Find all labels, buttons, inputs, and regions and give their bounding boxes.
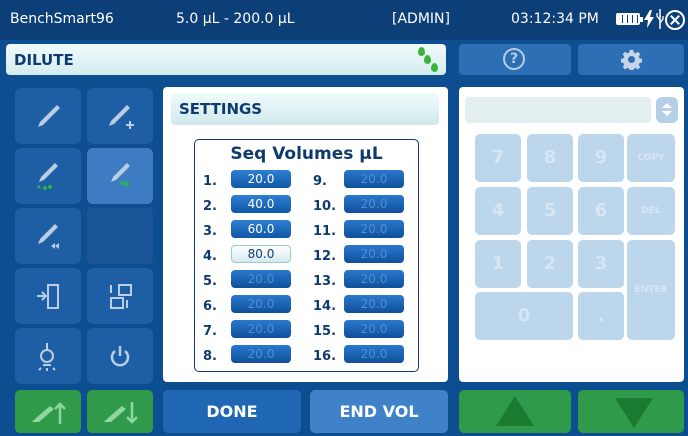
seq-volume-13[interactable]: 20.0 — [344, 270, 404, 288]
arrow-up-button[interactable] — [459, 390, 571, 433]
light-bulb-icon — [38, 343, 56, 371]
seq-volume-8[interactable]: 20.0 — [231, 345, 291, 363]
seq-num-15: 15. — [313, 324, 337, 339]
keypad-entry-field[interactable] — [465, 97, 651, 123]
dilute-tool-button[interactable] — [87, 148, 153, 204]
light-tool-button[interactable] — [15, 328, 81, 384]
settings-panel: SETTINGS Seq Volumes µL 1. 20.0 2. 40.0 … — [163, 87, 448, 382]
power-icon — [110, 346, 130, 367]
seq-num-1: 1. — [203, 174, 217, 189]
close-icon[interactable] — [665, 10, 685, 30]
seq-num-4: 4. — [203, 249, 217, 264]
seq-volume-3[interactable]: 60.0 — [231, 220, 291, 238]
seq-volume-12[interactable]: 20.0 — [344, 245, 404, 263]
seq-num-16: 16. — [313, 349, 337, 364]
key-9[interactable]: 9 — [578, 134, 624, 182]
mode-label: DILUTE — [14, 51, 74, 69]
usb-icon — [656, 9, 664, 29]
empty-tool-button — [87, 208, 153, 264]
charging-bolt-icon — [644, 10, 654, 28]
seq-num-8: 8. — [203, 349, 217, 364]
pipette-drops-icon — [37, 163, 58, 190]
droplets-icon — [416, 47, 440, 73]
clock: 03:12:34 PM — [511, 11, 599, 27]
reverse-tool-button[interactable] — [15, 208, 81, 264]
done-button[interactable]: DONE — [163, 390, 301, 433]
mode-bar: DILUTE — [6, 44, 446, 75]
settings-button[interactable] — [578, 44, 684, 75]
seq-volume-5[interactable]: 20.0 — [231, 270, 291, 288]
key-3[interactable]: 3 — [578, 240, 624, 288]
aspirate-tool-button[interactable] — [15, 88, 81, 144]
arrow-up-icon — [496, 396, 534, 426]
key-0[interactable]: 0 — [475, 292, 573, 340]
pipette-rewind-icon — [38, 224, 59, 249]
key-del[interactable]: DEL — [627, 187, 675, 235]
seq-num-5: 5. — [203, 274, 217, 289]
power-tool-button[interactable] — [87, 328, 153, 384]
seq-volume-16[interactable]: 20.0 — [344, 345, 404, 363]
pipette-down-button[interactable] — [87, 390, 153, 433]
volume-range: 5.0 µL - 200.0 µL — [176, 11, 295, 27]
seq-volume-11[interactable]: 20.0 — [344, 220, 404, 238]
arrow-down-button[interactable] — [578, 390, 684, 433]
seq-num-3: 3. — [203, 224, 217, 239]
seq-volume-4[interactable]: 80.0 — [231, 245, 291, 263]
pipette-up-icon — [32, 402, 66, 424]
key-dot[interactable]: . — [578, 292, 624, 340]
battery-icon — [616, 13, 643, 25]
seq-volume-7[interactable]: 20.0 — [231, 320, 291, 338]
key-1[interactable]: 1 — [475, 240, 521, 288]
arrow-down-icon — [615, 398, 653, 428]
pipette-up-button[interactable] — [15, 390, 81, 433]
seq-num-12: 12. — [313, 249, 337, 264]
plate-layout-icon — [110, 284, 132, 309]
seq-volume-14[interactable]: 20.0 — [344, 295, 404, 313]
pipette-drops-active-icon — [111, 163, 130, 187]
status-bar: BenchSmart96 5.0 µL - 200.0 µL [ADMIN] 0… — [0, 0, 688, 40]
seq-volume-1[interactable]: 20.0 — [231, 170, 291, 188]
seq-num-7: 7. — [203, 324, 217, 339]
seq-volume-15[interactable]: 20.0 — [344, 320, 404, 338]
seq-volume-2[interactable]: 40.0 — [231, 195, 291, 213]
help-button[interactable]: ? — [459, 44, 571, 75]
spin-arrows-icon[interactable] — [656, 97, 678, 123]
exit-tool-button[interactable] — [15, 268, 81, 324]
keypad-panel: 7 8 9 COPY 4 5 6 DEL 1 2 3 ENTER 0 . — [459, 87, 684, 382]
device-name: BenchSmart96 — [10, 11, 114, 27]
seq-num-2: 2. — [203, 199, 217, 214]
seq-num-11: 11. — [313, 224, 337, 239]
layout-tool-button[interactable] — [87, 268, 153, 324]
seq-num-14: 14. — [313, 299, 337, 314]
key-copy[interactable]: COPY — [627, 134, 675, 182]
add-tool-button[interactable] — [87, 88, 153, 144]
end-vol-button[interactable]: END VOL — [310, 390, 448, 433]
seq-num-9: 9. — [313, 174, 327, 189]
gear-icon — [621, 49, 642, 70]
user-label: [ADMIN] — [392, 11, 450, 27]
seq-volume-9[interactable]: 20.0 — [344, 170, 404, 188]
pipette-plus-icon — [109, 105, 134, 129]
key-enter[interactable]: ENTER — [627, 240, 675, 340]
help-icon: ? — [503, 48, 525, 70]
key-2[interactable]: 2 — [527, 240, 573, 288]
door-exit-icon — [37, 284, 59, 309]
pipette-down-icon — [104, 402, 138, 424]
seq-volumes-title: Seq Volumes µL — [230, 144, 383, 164]
key-7[interactable]: 7 — [475, 134, 521, 182]
key-6[interactable]: 6 — [578, 187, 624, 235]
settings-title: SETTINGS — [171, 93, 439, 125]
seq-num-10: 10. — [313, 199, 337, 214]
dispense-tool-button[interactable] — [15, 148, 81, 204]
key-5[interactable]: 5 — [527, 187, 573, 235]
seq-num-6: 6. — [203, 299, 217, 314]
seq-volume-10[interactable]: 20.0 — [344, 195, 404, 213]
seq-volume-6[interactable]: 20.0 — [231, 295, 291, 313]
seq-volumes-box: Seq Volumes µL 1. 20.0 2. 40.0 3. 60.0 4… — [194, 139, 419, 372]
pipette-icon — [38, 105, 60, 127]
key-4[interactable]: 4 — [475, 187, 521, 235]
key-8[interactable]: 8 — [527, 134, 573, 182]
seq-num-13: 13. — [313, 274, 337, 289]
